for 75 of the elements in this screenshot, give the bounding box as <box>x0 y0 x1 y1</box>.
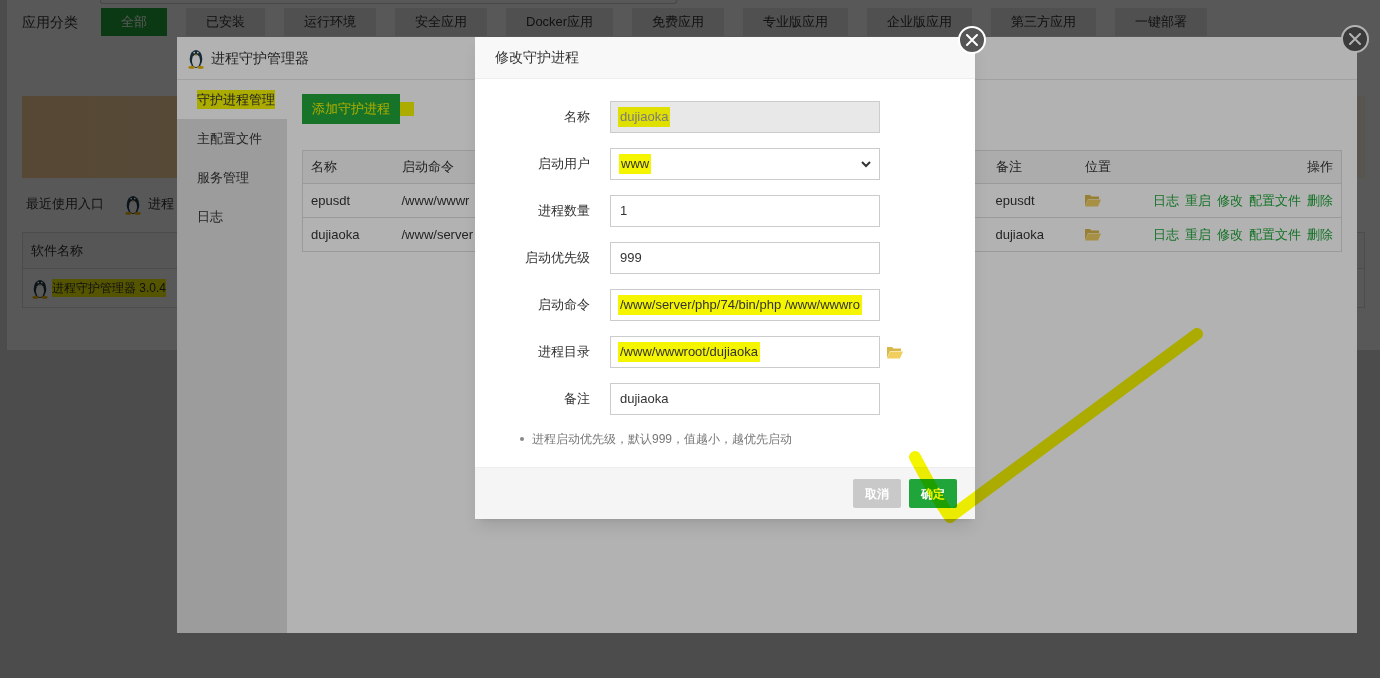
field-label: 备注 <box>563 390 590 409</box>
software-name[interactable]: 进程守护管理器 3.0.4 <box>52 279 167 297</box>
window-title: 进程守护管理器 <box>211 48 309 68</box>
table-cell: epusdt <box>311 192 351 208</box>
penguin-icon <box>124 193 142 215</box>
folder-icon[interactable] <box>1084 194 1101 207</box>
table-cell: epusdt <box>995 192 1035 208</box>
table-cell: dujiaoka <box>995 226 1044 242</box>
field-value: dujiaoka <box>619 390 670 409</box>
column-header: 软件名称 <box>31 241 83 260</box>
category-button[interactable]: 运行环境 <box>284 8 376 36</box>
hint-text: 进程启动优先级，默认999，值越小，越优先启动 <box>532 431 793 448</box>
field-value: /www/server/php/74/bin/php /www/wwwro <box>618 295 862 315</box>
column-header: 位置 <box>1084 159 1111 175</box>
field-value: www <box>619 154 652 174</box>
category-button[interactable]: Docker应用 <box>506 8 614 36</box>
sidebar-label: 守护进程管理 <box>197 89 275 110</box>
category-label: 应用分类 <box>22 12 79 32</box>
action-link[interactable]: 删除 <box>1307 224 1333 245</box>
column-header: 备注 <box>995 159 1022 175</box>
close-icon <box>1349 33 1361 45</box>
field-value: dujiaoka <box>618 107 671 127</box>
action-link[interactable]: 配置文件 <box>1249 224 1301 245</box>
field-value: /www/wwwroot/dujiaoka <box>618 342 760 362</box>
sidebar-item[interactable]: 日志 <box>177 197 287 236</box>
input-field[interactable]: /www/server/php/74/bin/php /www/wwwro <box>610 289 880 321</box>
action-link[interactable]: 修改 <box>1217 224 1243 245</box>
category-button[interactable]: 企业版应用 <box>867 8 973 36</box>
field-label: 进程数量 <box>537 202 590 221</box>
sidebar-item[interactable]: 守护进程管理 <box>177 80 287 119</box>
add-process-button[interactable]: 添加守护进程 <box>302 94 400 124</box>
chevron-down-icon <box>861 160 871 168</box>
dialog-title: 修改守护进程 <box>495 48 579 67</box>
field-value: 999 <box>619 249 643 268</box>
field-label: 名称 <box>563 108 590 127</box>
category-button[interactable]: 安全应用 <box>395 8 487 36</box>
column-header: 操作 <box>1307 159 1333 175</box>
sidebar-label: 服务管理 <box>197 168 249 187</box>
field-label: 启动用户 <box>537 155 590 174</box>
column-header: 名称 <box>311 159 337 175</box>
table-cell: /www/wwwr <box>401 192 470 208</box>
sidebar-label: 主配置文件 <box>197 129 262 148</box>
column-header: 启动命令 <box>401 159 454 175</box>
action-link[interactable]: 日志 <box>1153 224 1179 245</box>
field-label: 启动命令 <box>537 296 590 315</box>
recent-label: 最近使用入口 <box>26 195 104 214</box>
action-link[interactable]: 配置文件 <box>1249 190 1301 211</box>
highlight-mark <box>400 102 414 116</box>
sidebar-item[interactable]: 主配置文件 <box>177 119 287 158</box>
field-label: 启动优先级 <box>524 249 590 268</box>
action-link[interactable]: 重启 <box>1185 224 1211 245</box>
folder-icon[interactable] <box>887 345 903 359</box>
close-icon <box>966 34 978 46</box>
category-button[interactable]: 全部 <box>101 8 167 36</box>
folder-icon[interactable] <box>1084 228 1101 241</box>
sidebar-label: 日志 <box>197 207 223 226</box>
field-label: 进程目录 <box>537 343 590 362</box>
input-field[interactable]: 999 <box>610 242 880 274</box>
table-cell: dujiaoka <box>311 226 360 242</box>
input-field[interactable]: dujiaoka <box>610 383 880 415</box>
field-value: 1 <box>619 202 629 221</box>
input-field[interactable]: 1 <box>610 195 880 227</box>
penguin-icon <box>187 47 205 69</box>
action-link[interactable]: 重启 <box>1185 190 1211 211</box>
table-cell: /www/server <box>401 226 473 242</box>
category-button[interactable]: 免费应用 <box>632 8 725 36</box>
action-link[interactable]: 修改 <box>1217 190 1243 211</box>
user-select[interactable]: www <box>610 148 880 180</box>
category-button[interactable]: 专业版应用 <box>743 8 849 36</box>
input-field[interactable]: /www/wwwroot/dujiaoka <box>610 336 880 368</box>
category-button[interactable]: 已安装 <box>186 8 265 36</box>
action-link[interactable]: 日志 <box>1153 190 1179 211</box>
recent-app-link[interactable]: 进程 <box>124 193 174 215</box>
action-link[interactable]: 删除 <box>1307 190 1333 211</box>
sidebar-item[interactable]: 服务管理 <box>177 158 287 197</box>
